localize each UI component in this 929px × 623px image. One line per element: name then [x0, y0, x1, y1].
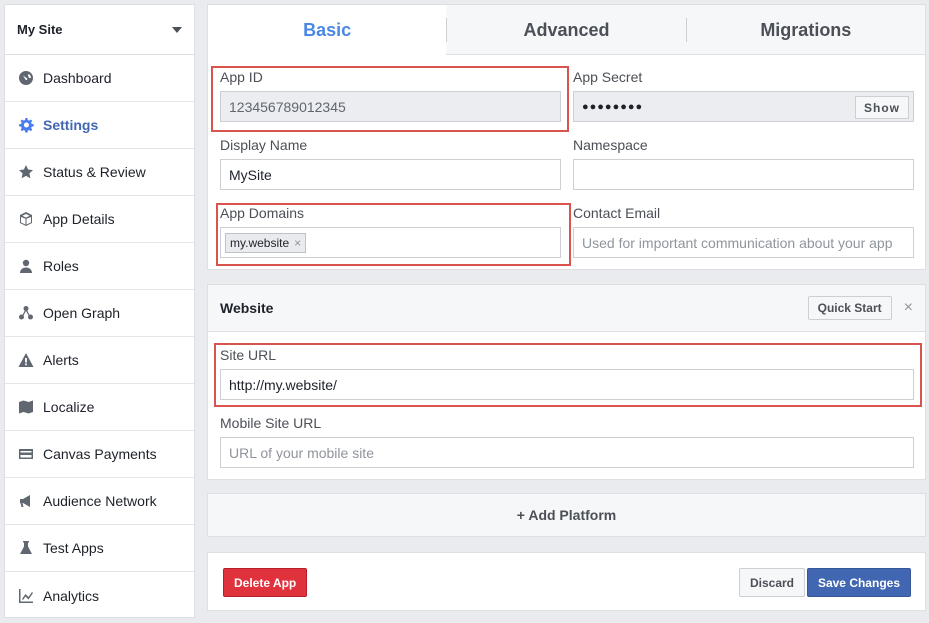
- gear-icon: [17, 116, 35, 134]
- sidebar-item-open-graph[interactable]: Open Graph: [5, 290, 194, 337]
- sidebar-item-roles[interactable]: Roles: [5, 243, 194, 290]
- sidebar-item-test-apps[interactable]: Test Apps: [5, 525, 194, 572]
- tab-bar: Basic Advanced Migrations: [208, 4, 925, 55]
- display-name-field[interactable]: MySite: [220, 159, 561, 190]
- mobile-site-url-placeholder: URL of your mobile site: [229, 444, 374, 461]
- highlight-box: [216, 203, 571, 266]
- megaphone-icon: [17, 492, 35, 510]
- sidebar-item-label: Alerts: [43, 352, 79, 368]
- dashboard-icon: [17, 69, 35, 87]
- sidebar-item-label: Status & Review: [43, 164, 146, 180]
- website-platform-panel: Website Quick Start × Site URL http://my…: [207, 284, 926, 480]
- delete-app-button[interactable]: Delete App: [223, 568, 308, 597]
- highlight-box: [211, 66, 569, 132]
- chart-icon: [17, 587, 35, 605]
- basic-settings-panel: Basic Advanced Migrations App ID 1234567…: [207, 4, 926, 270]
- show-secret-button[interactable]: Show: [855, 96, 909, 119]
- star-icon: [17, 163, 35, 181]
- warning-icon: [17, 351, 35, 369]
- sidebar-item-label: Localize: [43, 399, 95, 415]
- contact-email-field[interactable]: Used for important communication about y…: [573, 227, 914, 258]
- tab-advanced[interactable]: Advanced: [447, 5, 685, 55]
- website-title: Website: [220, 300, 274, 316]
- sidebar-item-dashboard[interactable]: Dashboard: [5, 55, 194, 102]
- quick-start-button[interactable]: Quick Start: [807, 296, 892, 320]
- add-platform-button[interactable]: + Add Platform: [207, 493, 926, 537]
- save-changes-button[interactable]: Save Changes: [806, 568, 911, 597]
- sidebar-item-label: Canvas Payments: [43, 446, 157, 462]
- site-name: My Site: [17, 22, 63, 37]
- sidebar-item-settings[interactable]: Settings: [5, 102, 194, 149]
- flask-icon: [17, 539, 35, 557]
- contact-email-placeholder: Used for important communication about y…: [582, 234, 893, 251]
- sidebar-item-label: Analytics: [43, 587, 100, 604]
- website-header-actions: Quick Start ×: [807, 296, 913, 320]
- cube-icon: [17, 210, 35, 228]
- sidebar-item-app-details[interactable]: App Details: [5, 196, 194, 243]
- sidebar-item-label: Test Apps: [43, 540, 104, 556]
- site-selector[interactable]: My Site: [5, 5, 194, 55]
- sidebar-item-label: Roles: [43, 258, 79, 274]
- sidebar-item-label: Open Graph: [43, 305, 121, 321]
- person-icon: [17, 257, 35, 275]
- tab-basic[interactable]: Basic: [208, 4, 447, 55]
- chevron-down-icon: [172, 26, 182, 33]
- graph-icon: [17, 304, 35, 322]
- highlight-box: [214, 343, 922, 407]
- sidebar-item-label: Dashboard: [43, 70, 112, 86]
- sidebar-item-label: Audience Network: [43, 493, 157, 509]
- sidebar-item-audience-network[interactable]: Audience Network: [5, 478, 194, 525]
- mobile-site-url-field[interactable]: URL of your mobile site: [220, 437, 914, 468]
- app-secret-field[interactable]: ●●●●●●●● Show: [573, 91, 914, 122]
- mobile-site-url-label: Mobile Site URL: [220, 415, 322, 431]
- close-icon[interactable]: ×: [904, 299, 913, 317]
- sidebar-item-alerts[interactable]: Alerts: [5, 337, 194, 384]
- app-secret-value: ●●●●●●●●: [582, 100, 644, 113]
- card-icon: [17, 445, 35, 463]
- sidebar: My Site Dashboard Settings Status & Revi…: [4, 4, 195, 618]
- sidebar-item-status-review[interactable]: Status & Review: [5, 149, 194, 196]
- website-header: Website Quick Start ×: [208, 285, 925, 332]
- sidebar-item-analytics[interactable]: Analytics: [5, 572, 194, 619]
- sidebar-item-localize[interactable]: Localize: [5, 384, 194, 431]
- namespace-label: Namespace: [573, 137, 648, 153]
- sidebar-item-canvas-payments[interactable]: Canvas Payments: [5, 431, 194, 478]
- map-icon: [17, 398, 35, 416]
- namespace-field[interactable]: [573, 159, 914, 190]
- sidebar-item-label: Settings: [43, 117, 99, 133]
- discard-button[interactable]: Discard: [738, 568, 805, 597]
- sidebar-item-label: App Details: [43, 211, 115, 227]
- tab-migrations[interactable]: Migrations: [687, 5, 925, 55]
- contact-email-label: Contact Email: [573, 205, 661, 221]
- footer-actions: Delete App Discard Save Changes: [207, 552, 926, 611]
- display-name-label: Display Name: [220, 137, 308, 153]
- app-secret-label: App Secret: [573, 69, 643, 85]
